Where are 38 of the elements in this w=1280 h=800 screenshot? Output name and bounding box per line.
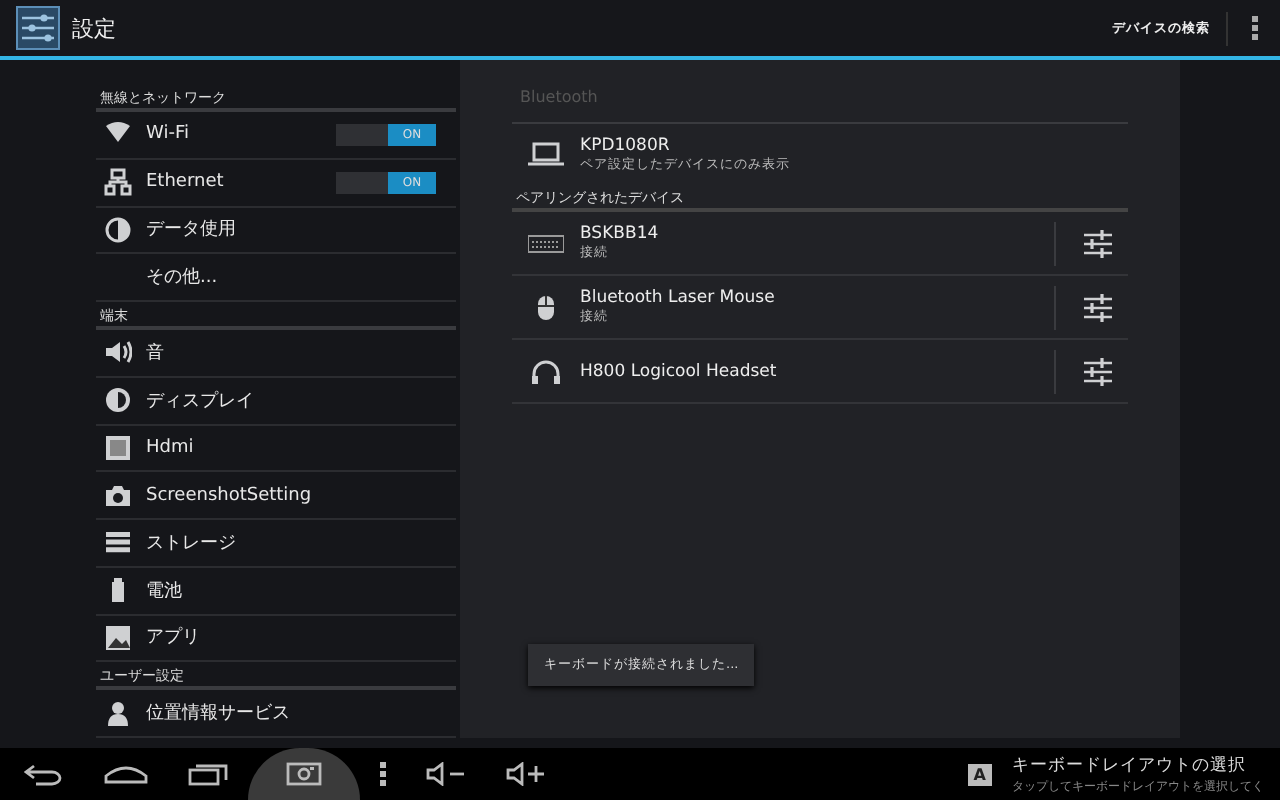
- keyboard-icon: [528, 231, 564, 255]
- settings-item[interactable]: 電池: [96, 567, 456, 615]
- laptop-icon: [528, 142, 564, 166]
- settings-item[interactable]: ディスプレイ: [96, 377, 456, 425]
- screen-title: 設定: [72, 13, 116, 43]
- network-icon: [104, 168, 132, 197]
- settings-item[interactable]: 位置情報サービス: [96, 690, 456, 738]
- settings-item[interactable]: データ使用: [96, 207, 456, 255]
- pie-chart-icon: [104, 215, 132, 244]
- settings-icon[interactable]: [16, 6, 60, 50]
- settings-item[interactable]: 音: [96, 330, 456, 378]
- settings-item[interactable]: Hdmi: [96, 425, 456, 473]
- square-icon: [104, 433, 132, 462]
- volume-down-icon[interactable]: [426, 762, 466, 786]
- overflow-menu-icon[interactable]: [1252, 16, 1260, 40]
- location-icon: [104, 699, 132, 728]
- menu-icon[interactable]: [380, 762, 386, 786]
- brightness-icon: [104, 386, 132, 415]
- camera-icon: [104, 481, 132, 510]
- screenshot-icon[interactable]: [286, 762, 322, 786]
- settings-item[interactable]: その他...: [96, 254, 456, 302]
- home-icon[interactable]: [104, 764, 148, 784]
- picture-icon: [104, 623, 132, 652]
- settings-item[interactable]: アプリ: [96, 615, 456, 663]
- settings-item[interactable]: ストレージ: [96, 520, 456, 568]
- keyboard-badge: A: [967, 763, 992, 785]
- storage-icon: [104, 528, 132, 557]
- settings-item[interactable]: ScreenshotSetting: [96, 472, 456, 520]
- volume-up-icon[interactable]: [506, 762, 546, 786]
- settings-sliders-icon[interactable]: [1084, 229, 1112, 257]
- settings-sliders-icon[interactable]: [1084, 293, 1112, 321]
- paired-device-row[interactable]: H800 Logicool Headset: [512, 340, 1128, 404]
- back-icon[interactable]: [24, 762, 64, 786]
- settings-sliders-icon[interactable]: [1084, 357, 1112, 385]
- recent-apps-icon[interactable]: [188, 762, 228, 786]
- device-name: KPD1080R: [580, 135, 672, 155]
- headphones-icon: [528, 359, 564, 383]
- speaker-icon: [104, 338, 132, 367]
